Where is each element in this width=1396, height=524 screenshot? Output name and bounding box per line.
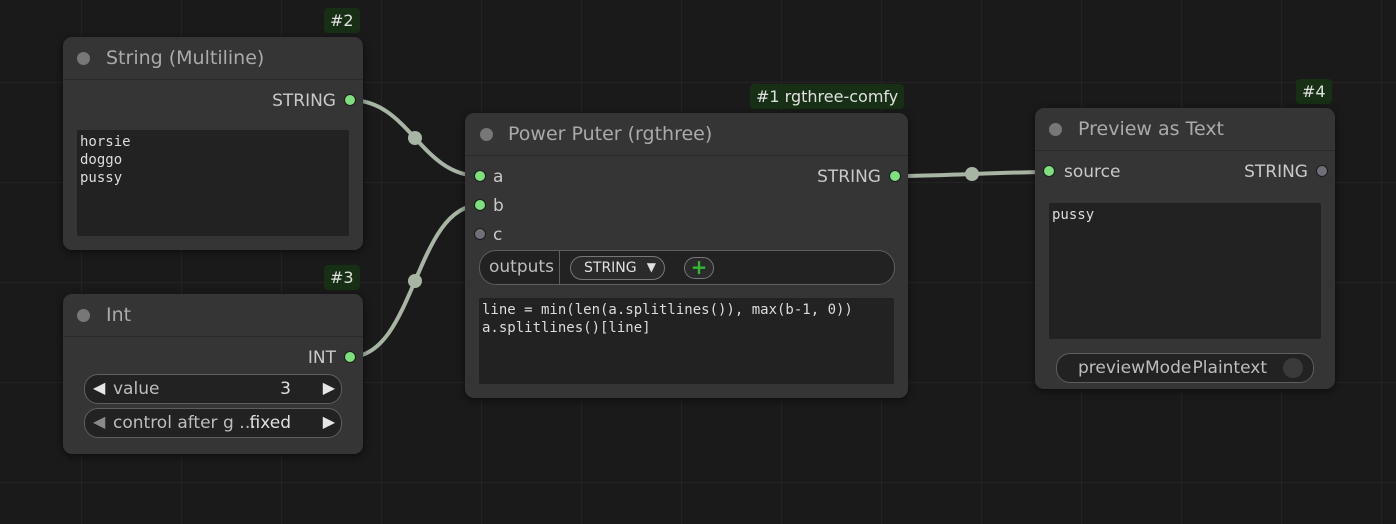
- widget-label: control after g …: [113, 413, 257, 433]
- output-type-value: STRING: [584, 260, 637, 276]
- dropdown-arrow-icon: ▼: [646, 260, 656, 274]
- node-title: String (Multiline): [106, 47, 265, 69]
- multiline-textarea[interactable]: horsie doggo pussy: [77, 130, 349, 236]
- output-slot[interactable]: [344, 94, 356, 106]
- output-type-select[interactable]: STRING ▼: [570, 256, 665, 280]
- wire-string-to-a[interactable]: [349, 98, 481, 178]
- wire-int-to-b[interactable]: [349, 203, 481, 359]
- output-slot[interactable]: [889, 170, 901, 182]
- string-multiline-node[interactable]: String (Multiline) STRING horsie doggo p…: [63, 37, 363, 250]
- increment-arrow-icon[interactable]: ▶: [323, 412, 335, 431]
- preview-textarea[interactable]: pussy: [1049, 203, 1321, 339]
- code-editor[interactable]: line = min(len(a.splitlines()), max(b-1,…: [479, 298, 894, 384]
- increment-arrow-icon[interactable]: ▶: [323, 378, 335, 397]
- node-title: Power Puter (rgthree): [508, 123, 713, 145]
- output-label: STRING: [817, 167, 881, 187]
- input-label-b: b: [493, 196, 504, 216]
- output-label: INT: [307, 348, 336, 368]
- input-label-c: c: [493, 225, 503, 245]
- node-title: Preview as Text: [1078, 118, 1225, 140]
- input-slot-source[interactable]: [1043, 165, 1055, 177]
- wire-reroute-dot[interactable]: [408, 274, 422, 288]
- input-label-source: source: [1064, 162, 1121, 182]
- collapse-dot-icon[interactable]: [1049, 123, 1062, 136]
- collapse-dot-icon[interactable]: [77, 52, 90, 65]
- wire-string-to-source[interactable]: [894, 170, 1050, 178]
- widget-label: previewMode: [1078, 358, 1192, 378]
- input-slot-a[interactable]: [474, 170, 486, 182]
- node-id-badge: #4: [1296, 79, 1332, 104]
- decrement-arrow-icon[interactable]: ◀: [93, 378, 105, 397]
- widget-value: Plaintext: [1192, 358, 1267, 378]
- int-node[interactable]: Int INT ◀ value 3 ▶ ◀ control after g … …: [63, 294, 363, 454]
- node-id-badge: #3: [324, 265, 360, 290]
- value-number-widget[interactable]: ◀ value 3 ▶: [84, 374, 342, 404]
- power-puter-node[interactable]: Power Puter (rgthree) a b c STRING outpu…: [465, 113, 908, 398]
- collapse-dot-icon[interactable]: [480, 128, 493, 141]
- outputs-widget[interactable]: outputs STRING ▼ +: [479, 250, 895, 285]
- decrement-arrow-icon[interactable]: ◀: [93, 412, 105, 431]
- plus-icon[interactable]: +: [684, 257, 714, 279]
- toggle-knob-icon[interactable]: [1283, 358, 1303, 378]
- node-title: Int: [106, 304, 132, 326]
- preview-mode-toggle[interactable]: previewMode Plaintext: [1056, 353, 1314, 383]
- node-id-badge: #2: [324, 8, 360, 33]
- node-id-badge: #1 rgthree-comfy: [750, 84, 905, 109]
- wire-reroute-dot[interactable]: [408, 131, 422, 145]
- input-slot-b[interactable]: [474, 199, 486, 211]
- outputs-divider: [559, 251, 560, 284]
- output-label: STRING: [272, 91, 336, 111]
- outputs-label: outputs: [489, 257, 554, 277]
- widget-value: fixed: [249, 413, 292, 433]
- widget-label: value: [113, 379, 160, 399]
- output-label: STRING: [1244, 162, 1308, 182]
- control-after-generate-widget[interactable]: ◀ control after g … fixed ▶: [84, 408, 342, 438]
- collapse-dot-icon[interactable]: [77, 309, 90, 322]
- output-slot[interactable]: [1316, 165, 1328, 177]
- input-label-a: a: [493, 167, 504, 187]
- widget-value: 3: [280, 379, 291, 399]
- wire-reroute-dot[interactable]: [965, 167, 979, 181]
- preview-as-text-node[interactable]: Preview as Text source STRING pussy prev…: [1035, 108, 1335, 389]
- output-slot[interactable]: [344, 351, 356, 363]
- input-slot-c[interactable]: [474, 228, 486, 240]
